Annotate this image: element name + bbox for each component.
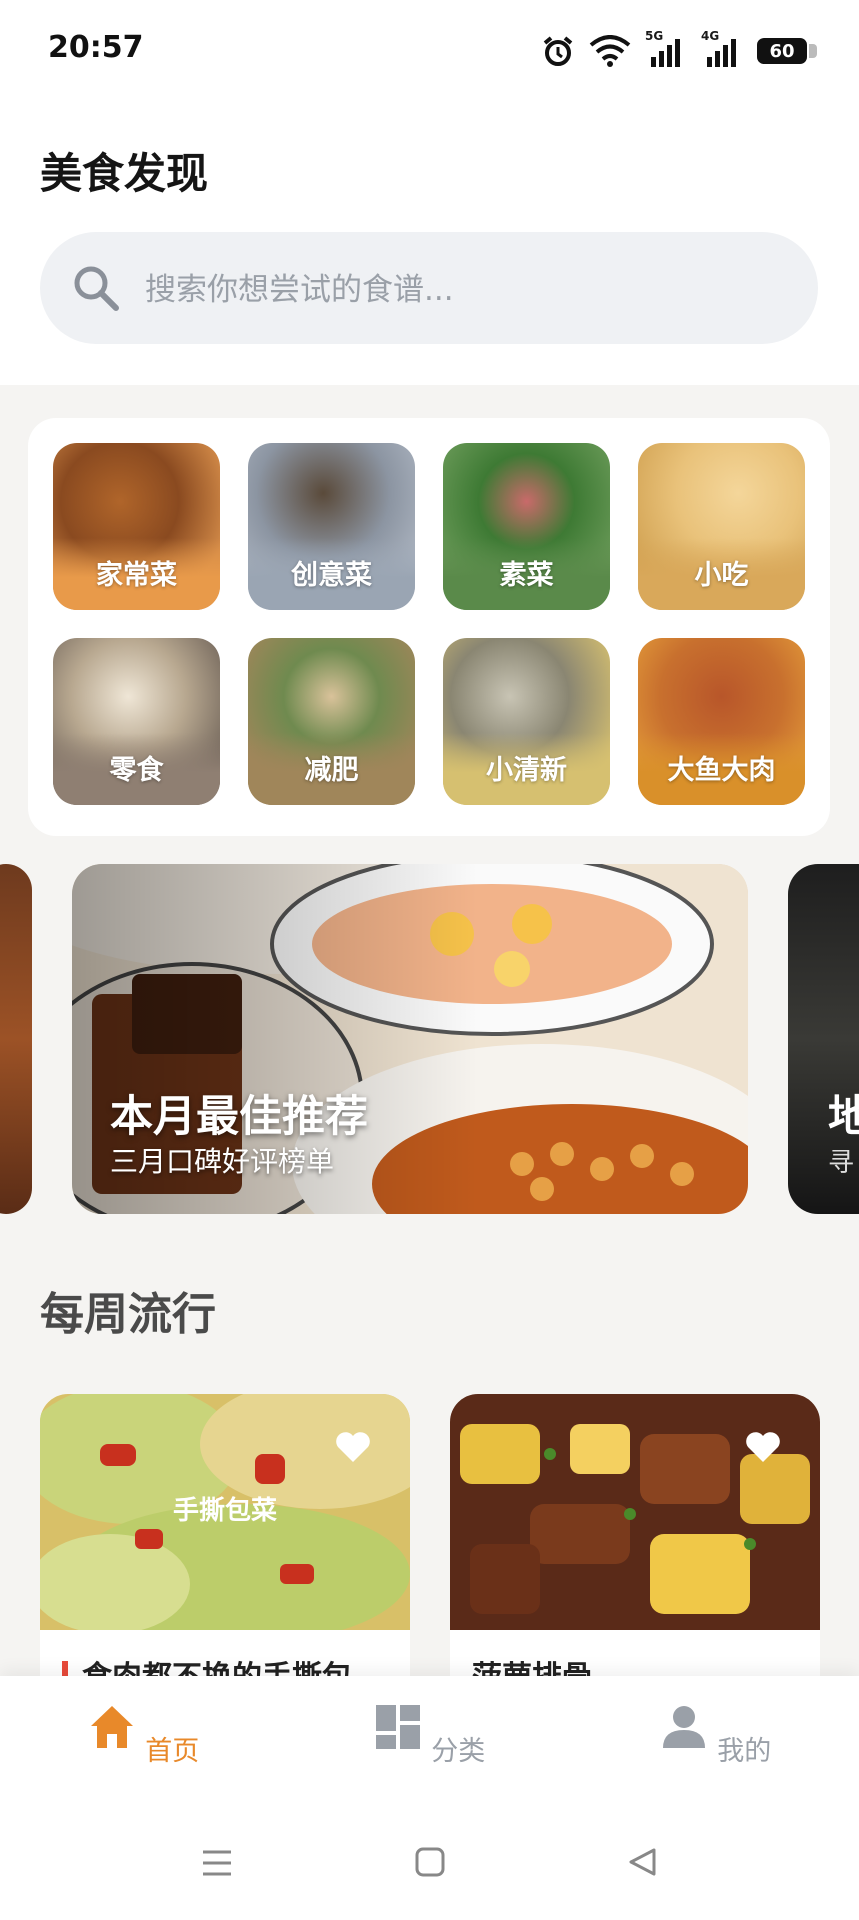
category-fresh[interactable]: 小清新 [443,638,610,805]
banner-subtitle: 三月口碑好评榜单 [110,1145,335,1178]
tab-bar: 首页 分类 我的 [0,1676,859,1920]
wifi-icon [589,35,631,67]
category-grid: 家常菜 创意菜 素菜 小吃 零食 减肥 小清新 大鱼大肉 [28,418,830,836]
user-icon [662,1706,705,1748]
signal-5g-icon: 5G [645,29,687,69]
category-diet[interactable]: 减肥 [248,638,415,805]
alarm-icon [543,36,573,66]
category-meat-fish[interactable]: 大鱼大肉 [638,638,805,805]
category-vegetarian[interactable]: 素菜 [443,443,610,610]
home-icon [90,1706,133,1748]
banner-prev[interactable] [0,864,32,1214]
recipe-image-text: 手撕包菜 [173,1495,277,1526]
category-home-cooking[interactable]: 家常菜 [53,443,220,610]
search-placeholder: 搜索你想尝试的食谱... [145,272,454,308]
search-icon [74,266,119,311]
category-creative[interactable]: 创意菜 [248,443,415,610]
status-icons: 5G 4G 60 [541,29,817,70]
banner-next-subtitle: 寻 [828,1148,855,1178]
grid-icon [375,1705,420,1749]
weekly-section-title: 每周流行 [40,1289,216,1340]
tab-categories[interactable]: 分类 [359,1702,499,1768]
banner-next-title: 地 [828,1092,859,1142]
status-time: 20:57 [48,30,144,65]
tab-home[interactable]: 首页 [73,1702,213,1768]
back-icon[interactable] [626,1846,658,1878]
category-snacks[interactable]: 小吃 [638,443,805,610]
signal-4g-icon: 4G [701,29,743,69]
home-button-icon[interactable] [414,1846,446,1878]
banner-title: 本月最佳推荐 [110,1092,368,1142]
battery-icon: 60 [757,38,817,64]
page-title: 美食发现 [40,149,209,198]
category-treats[interactable]: 零食 [53,638,220,805]
favorite-icon[interactable] [744,1430,782,1464]
menu-icon[interactable] [200,1846,234,1880]
tab-profile[interactable]: 我的 [645,1702,785,1768]
favorite-icon[interactable] [334,1430,372,1464]
